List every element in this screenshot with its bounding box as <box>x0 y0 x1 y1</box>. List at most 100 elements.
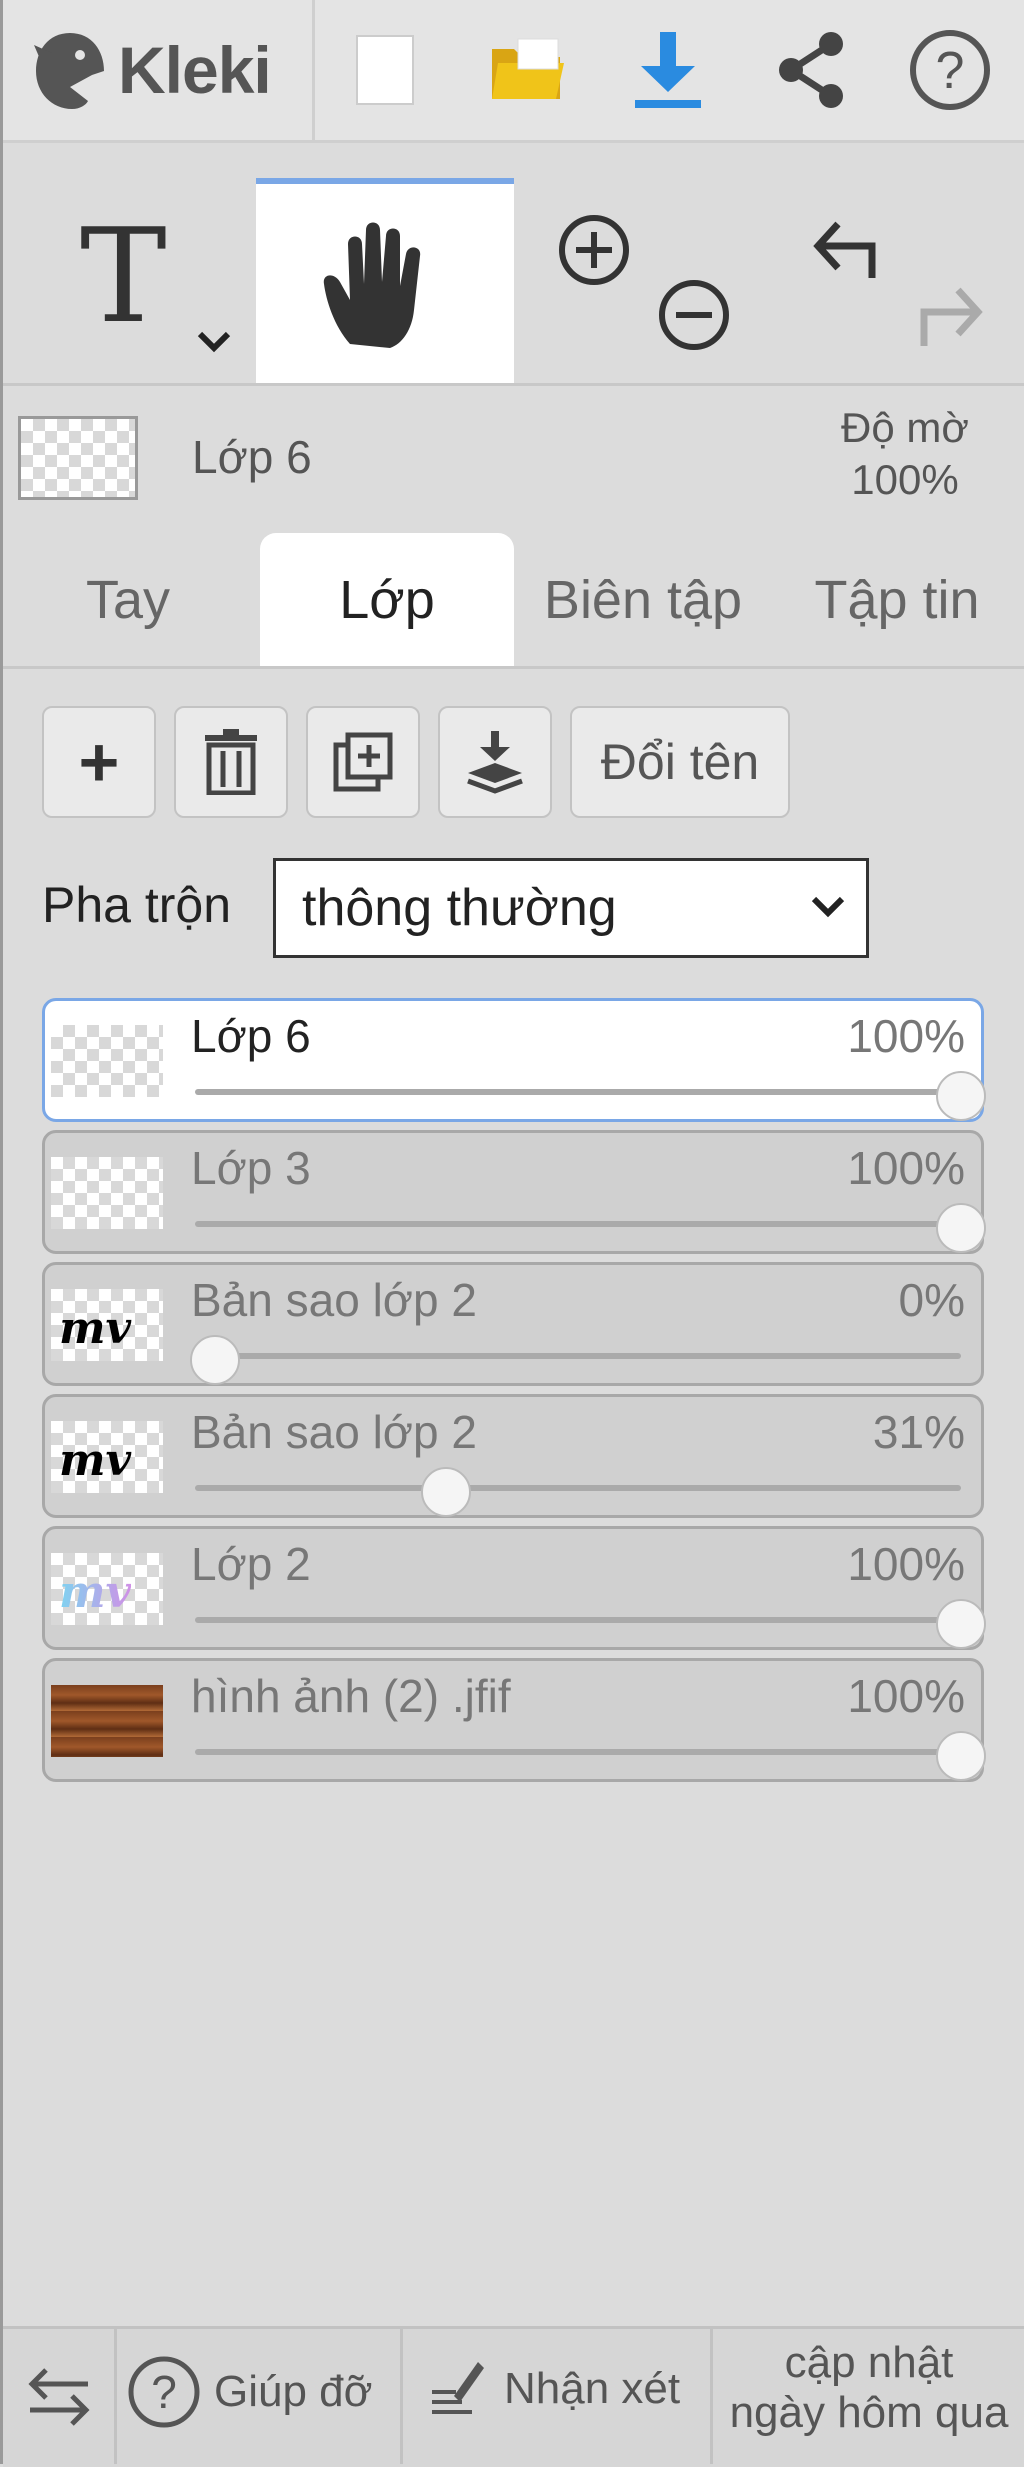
layer-opacity-slider-handle[interactable] <box>190 1335 240 1385</box>
layer-opacity-value: 100% <box>847 1670 965 1722</box>
new-document-icon <box>356 35 414 105</box>
share-button[interactable] <box>769 28 853 112</box>
download-button[interactable] <box>626 28 710 112</box>
layer-opacity-slider-handle[interactable] <box>936 1071 986 1121</box>
share-icon <box>779 32 843 108</box>
hand-tool-button[interactable] <box>256 178 514 383</box>
blend-mode-label: Pha trộn <box>42 877 232 933</box>
layer-opacity-slider[interactable] <box>195 1749 961 1755</box>
blend-mode-value: thông thường <box>302 879 617 937</box>
layer-thumbnail-text: mv <box>59 1303 132 1354</box>
layer-name: Bản sao lớp 2 <box>191 1274 477 1326</box>
duplicate-icon <box>333 732 393 792</box>
layer-thumbnail <box>51 1157 163 1229</box>
opacity-value: 100% <box>851 456 959 503</box>
help-label: Giúp đỡ <box>214 2367 373 2416</box>
layer-name: Lớp 2 <box>191 1538 311 1590</box>
help-button[interactable]: ? <box>908 28 992 112</box>
footer-divider <box>400 2328 403 2464</box>
tab-edit[interactable]: Biên tập <box>516 533 770 666</box>
layer-opacity-value: 31% <box>872 1406 965 1458</box>
merge-down-icon <box>467 731 523 794</box>
new-document-button[interactable] <box>343 28 427 112</box>
swap-arrows-icon[interactable] <box>24 2364 94 2430</box>
help-icon: ? <box>128 2356 200 2428</box>
layer-row[interactable]: mv Lớp 2 100% <box>42 1526 986 1650</box>
layer-opacity-slider[interactable] <box>195 1353 961 1359</box>
delete-layer-button[interactable] <box>174 706 288 818</box>
layer-thumbnail <box>51 1685 163 1757</box>
plus-icon: + <box>78 723 120 801</box>
tab-layers[interactable]: Lớp <box>260 533 514 666</box>
add-layer-button[interactable]: + <box>42 706 156 818</box>
current-layer-name: Lớp 6 <box>192 431 312 483</box>
update-line-2: ngày hôm qua <box>729 2388 1009 2437</box>
svg-text:?: ? <box>151 2366 177 2418</box>
undo-icon[interactable] <box>808 210 884 286</box>
current-layer-thumbnail <box>18 416 138 500</box>
hand-icon <box>323 222 421 348</box>
help-icon: ? <box>910 30 990 110</box>
layer-name: Lớp 6 <box>191 1010 311 1062</box>
zoom-in-icon[interactable] <box>556 212 632 288</box>
layer-thumbnail: mv <box>51 1289 163 1361</box>
feedback-button[interactable]: Nhận xét <box>428 2356 680 2422</box>
layer-row[interactable]: Lớp 3 100% <box>42 1130 986 1254</box>
svg-text:?: ? <box>936 42 965 100</box>
merge-down-button[interactable] <box>438 706 552 818</box>
duplicate-layer-button[interactable] <box>306 706 420 818</box>
layer-opacity-slider-handle[interactable] <box>936 1599 986 1649</box>
footer-divider <box>114 2328 117 2464</box>
redo-icon[interactable] <box>912 276 988 352</box>
update-line-1: cập nhật <box>784 2338 954 2387</box>
layer-row[interactable]: mv Bản sao lớp 2 0% <box>42 1262 984 1386</box>
text-tool-button[interactable]: T <box>40 180 231 380</box>
text-tool-icon: T <box>80 200 167 352</box>
opacity-label: Độ mờ <box>841 404 969 451</box>
tab-file[interactable]: Tập tin <box>770 533 1024 666</box>
kleki-bird-icon <box>34 33 104 109</box>
layer-thumbnail <box>51 1025 163 1097</box>
layer-opacity-value: 100% <box>847 1142 965 1194</box>
rename-label: Đổi tên <box>600 734 760 790</box>
layer-opacity-slider[interactable] <box>195 1221 961 1227</box>
blend-mode-select[interactable]: thông thường <box>273 858 869 958</box>
layer-opacity-slider-handle[interactable] <box>936 1203 986 1253</box>
app-name: Kleki <box>118 33 272 107</box>
chevron-down-icon[interactable] <box>196 330 232 354</box>
layer-row[interactable]: Lớp 6 100% <box>42 998 986 1122</box>
help-footer-button[interactable]: ? Giúp đỡ <box>126 2354 373 2430</box>
chevron-down-icon <box>811 896 845 918</box>
layer-name: Bản sao lớp 2 <box>191 1406 477 1458</box>
wood-image-thumbnail <box>51 1685 163 1757</box>
layer-opacity-value: 100% <box>847 1010 965 1062</box>
layer-opacity-slider[interactable] <box>195 1089 961 1095</box>
layer-opacity-slider-handle[interactable] <box>421 1467 472 1517</box>
layer-opacity-value: 0% <box>898 1274 965 1326</box>
feedback-label: Nhận xét <box>504 2364 681 2413</box>
layer-row[interactable]: mv Bản sao lớp 2 31% <box>42 1394 984 1518</box>
trash-icon <box>205 729 257 795</box>
rename-layer-button[interactable]: Đổi tên <box>570 706 790 818</box>
layer-opacity-slider[interactable] <box>195 1485 961 1491</box>
tab-hand[interactable]: Tay <box>3 533 253 666</box>
open-button[interactable] <box>486 28 570 112</box>
layer-thumbnail: mv <box>51 1421 163 1493</box>
layer-thumbnail-text: mv <box>59 1435 132 1486</box>
footer-divider <box>710 2328 713 2464</box>
download-icon <box>635 32 701 108</box>
zoom-out-icon[interactable] <box>656 277 732 353</box>
update-notice[interactable]: cập nhật ngày hôm qua <box>716 2338 1022 2438</box>
kleki-logo[interactable]: Kleki <box>30 20 272 120</box>
current-layer-opacity: Độ mờ 100% <box>820 402 990 506</box>
layer-name: hình ảnh (2) .jfif <box>191 1670 511 1722</box>
layer-thumbnail: mv <box>51 1553 163 1625</box>
feedback-pen-icon <box>432 2362 484 2414</box>
layer-opacity-slider[interactable] <box>195 1617 961 1623</box>
layer-row[interactable]: hình ảnh (2) .jfif 100% <box>42 1658 986 1782</box>
layer-opacity-slider-handle[interactable] <box>936 1731 986 1781</box>
open-folder-icon <box>492 38 564 99</box>
layer-thumbnail-text: mv <box>59 1567 132 1618</box>
layer-name: Lớp 3 <box>191 1142 311 1194</box>
toolbar-divider <box>312 0 315 140</box>
